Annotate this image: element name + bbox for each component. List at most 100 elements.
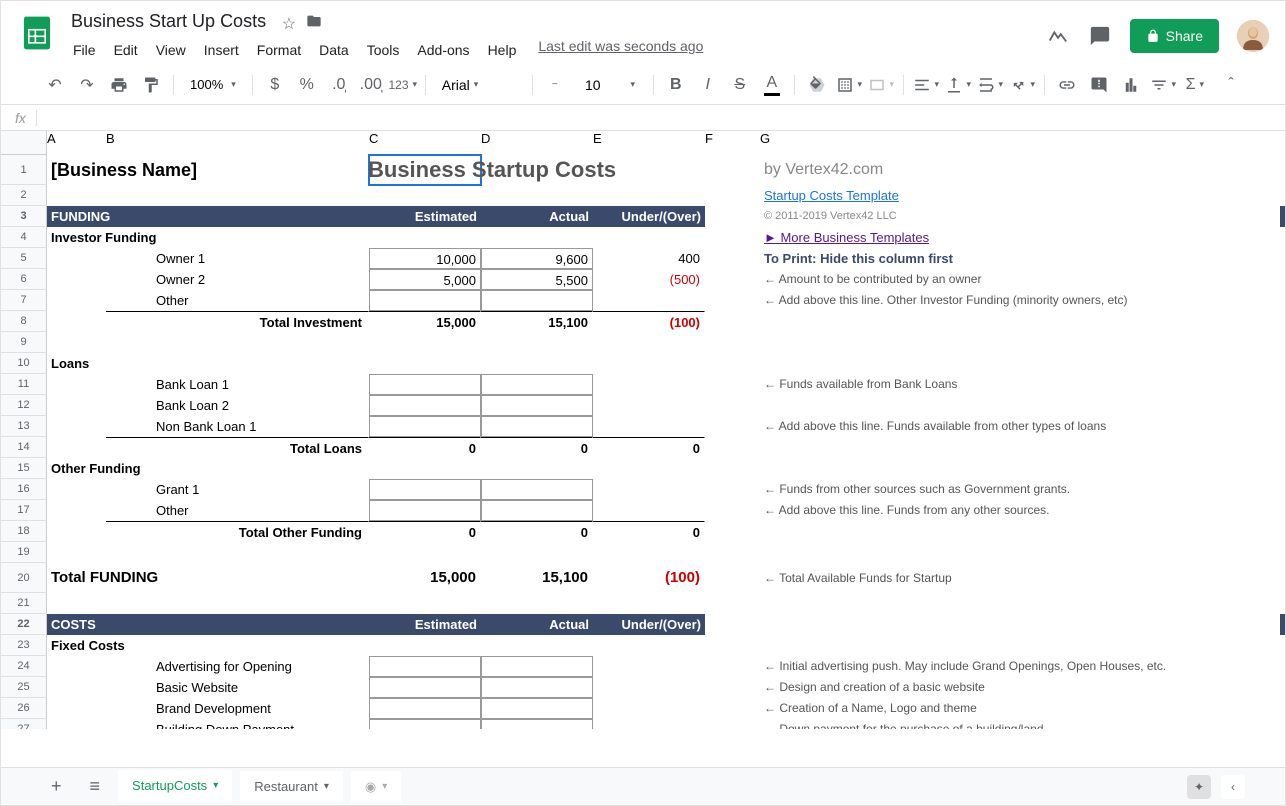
cell-C1[interactable]: Business Startup Costs	[369, 155, 481, 185]
bold-icon[interactable]: B	[662, 71, 690, 99]
add-sheet-button[interactable]: +	[41, 770, 72, 803]
row-4[interactable]: 4	[1, 227, 47, 248]
row-23[interactable]: 23	[1, 635, 47, 656]
row-12[interactable]: 12	[1, 395, 47, 416]
row-15[interactable]: 15	[1, 458, 47, 479]
row-5[interactable]: 5	[1, 248, 47, 269]
fill-color-icon[interactable]	[803, 71, 831, 99]
header: Business Start Up Costs ☆ File Edit View…	[1, 1, 1285, 65]
row-16[interactable]: 16	[1, 479, 47, 500]
text-color-icon[interactable]: A	[758, 71, 786, 99]
col-E[interactable]: E	[593, 131, 705, 155]
menu-data[interactable]: Data	[311, 38, 357, 62]
font-size-increase[interactable]	[617, 71, 645, 99]
rotate-icon[interactable]	[1008, 71, 1036, 99]
merge-cells-icon[interactable]	[867, 71, 895, 99]
row-21[interactable]: 21	[1, 593, 47, 614]
avatar[interactable]	[1237, 20, 1269, 52]
edit-status[interactable]: Last edit was seconds ago	[538, 38, 703, 62]
comments-icon[interactable]	[1088, 24, 1112, 48]
row-18[interactable]: 18	[1, 521, 47, 542]
font-size-input[interactable]: 10	[573, 73, 613, 97]
sheet-tab-startupcosts[interactable]: StartupCosts▾	[118, 770, 232, 803]
more-templates-link[interactable]: ► More Business Templates	[760, 227, 1280, 248]
menu-view[interactable]: View	[148, 38, 194, 62]
row-10[interactable]: 10	[1, 353, 47, 374]
menu-tools[interactable]: Tools	[359, 38, 408, 62]
decrease-decimal-icon[interactable]: .0̩	[325, 71, 353, 99]
undo-icon[interactable]: ↶	[41, 71, 69, 99]
cell-G1[interactable]: by Vertex42.com	[760, 155, 1280, 185]
expand-toolbar-icon[interactable]: ˆ	[1217, 71, 1245, 99]
currency-icon[interactable]: $	[261, 71, 289, 99]
col-D[interactable]: D	[481, 131, 593, 155]
spreadsheet-grid: A B C D E F G 1 [Business Name] Business…	[1, 131, 1285, 729]
format-123-dropdown[interactable]: 123	[389, 71, 417, 99]
valign-icon[interactable]	[944, 71, 972, 99]
star-icon[interactable]: ☆	[282, 16, 296, 33]
sheets-logo[interactable]	[17, 13, 57, 53]
col-B[interactable]: B	[106, 131, 369, 155]
row-9[interactable]: 9	[1, 332, 47, 353]
font-dropdown[interactable]: Arial	[434, 73, 524, 97]
col-C[interactable]: C	[369, 131, 481, 155]
menu-edit[interactable]: Edit	[106, 38, 146, 62]
menu-help[interactable]: Help	[480, 38, 525, 62]
wrap-icon[interactable]	[976, 71, 1004, 99]
zoom-dropdown[interactable]: 100%	[182, 73, 244, 96]
row-1[interactable]: 1	[1, 155, 47, 185]
col-A[interactable]: A	[47, 131, 106, 155]
row-11[interactable]: 11	[1, 374, 47, 395]
halign-icon[interactable]	[912, 71, 940, 99]
row-17[interactable]: 17	[1, 500, 47, 521]
row-6[interactable]: 6	[1, 269, 47, 290]
menu-addons[interactable]: Add-ons	[409, 38, 477, 62]
row-7[interactable]: 7	[1, 290, 47, 311]
formula-bar: fx	[1, 105, 1285, 131]
italic-icon[interactable]: I	[694, 71, 722, 99]
link-icon[interactable]	[1053, 71, 1081, 99]
row-22[interactable]: 22	[1, 614, 47, 635]
sheet-tab-extra[interactable]: ◉▾	[351, 771, 401, 803]
print-icon[interactable]	[105, 71, 133, 99]
cell-A1[interactable]: [Business Name]	[47, 155, 106, 185]
row-26[interactable]: 26	[1, 698, 47, 719]
row-24[interactable]: 24	[1, 656, 47, 677]
strikethrough-icon[interactable]: S	[726, 71, 754, 99]
row-19[interactable]: 19	[1, 542, 47, 563]
template-link[interactable]: Startup Costs Template	[760, 185, 1280, 206]
borders-icon[interactable]	[835, 71, 863, 99]
row-25[interactable]: 25	[1, 677, 47, 698]
explore-icon[interactable]: ✦	[1187, 775, 1211, 799]
col-F[interactable]: F	[705, 131, 760, 155]
row-3[interactable]: 3	[1, 206, 47, 227]
scroll-left-icon[interactable]: ‹	[1221, 775, 1245, 799]
share-button[interactable]: Share	[1130, 19, 1219, 53]
row-13[interactable]: 13	[1, 416, 47, 437]
chart-icon[interactable]	[1117, 71, 1145, 99]
font-size-decrease[interactable]: −	[541, 71, 569, 99]
row-27[interactable]: 27	[1, 719, 47, 729]
activity-icon[interactable]	[1046, 24, 1070, 48]
paint-format-icon[interactable]	[137, 71, 165, 99]
sheet-tab-restaurant[interactable]: Restaurant▾	[240, 771, 343, 802]
menu-format[interactable]: Format	[249, 38, 309, 62]
filter-icon[interactable]	[1149, 71, 1177, 99]
row-20[interactable]: 20	[1, 563, 47, 593]
redo-icon[interactable]: ↷	[73, 71, 101, 99]
cell-funding[interactable]: FUNDING	[47, 206, 106, 227]
all-sheets-button[interactable]: ≡	[80, 770, 111, 803]
increase-decimal-icon[interactable]: .00̩	[357, 71, 385, 99]
percent-icon[interactable]: %	[293, 71, 321, 99]
select-all-corner[interactable]	[1, 131, 47, 155]
menu-file[interactable]: File	[65, 38, 104, 62]
functions-icon[interactable]: Σ	[1181, 71, 1209, 99]
row-14[interactable]: 14	[1, 437, 47, 458]
doc-title[interactable]: Business Start Up Costs	[65, 9, 272, 34]
comment-icon[interactable]	[1085, 71, 1113, 99]
move-folder-icon[interactable]	[306, 16, 322, 33]
menu-insert[interactable]: Insert	[196, 38, 247, 62]
row-8[interactable]: 8	[1, 311, 47, 332]
col-G[interactable]: G	[760, 131, 1280, 155]
row-2[interactable]: 2	[1, 185, 47, 206]
